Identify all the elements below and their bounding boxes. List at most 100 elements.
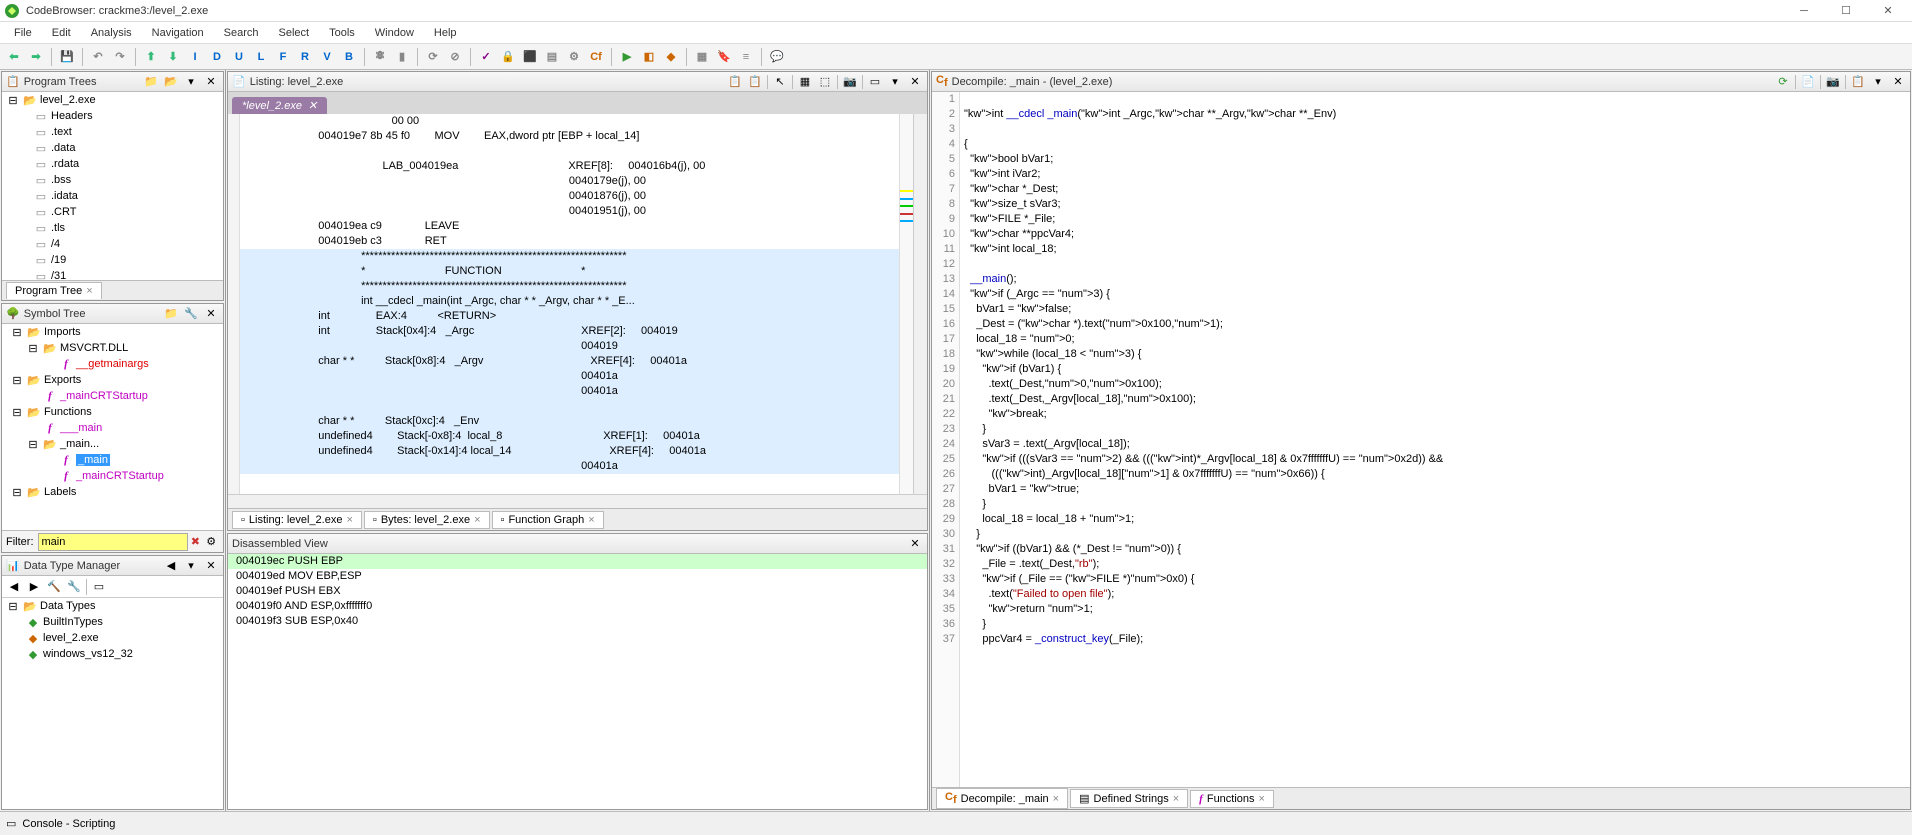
- dtm-tool4-icon[interactable]: 🔧: [66, 579, 82, 595]
- run-icon[interactable]: ▶: [617, 47, 637, 67]
- decompile-code-area[interactable]: "kw">int __cdecl _main("kw">int _Argc,"k…: [960, 92, 1910, 787]
- listing-overview-ruler[interactable]: [899, 114, 913, 494]
- clear-filter-icon[interactable]: ✖: [188, 534, 204, 550]
- listing-code-area[interactable]: 00 00 004019e7 8b 45 f0 MOV EAX,dword pt…: [240, 114, 899, 494]
- filter-options-icon[interactable]: ⚙: [203, 534, 219, 550]
- listing-cursor-icon[interactable]: ↖: [772, 74, 788, 90]
- gear-icon[interactable]: ⚙: [564, 47, 584, 67]
- decompile-line[interactable]: "kw">FILE *_File;: [964, 212, 1910, 227]
- decompile-snapshot-icon[interactable]: 📷: [1825, 74, 1841, 90]
- symbol-tree-item[interactable]: f_mainCRTStartup: [2, 468, 223, 484]
- close-tab-icon[interactable]: ×: [1259, 793, 1265, 805]
- decompile-line[interactable]: [964, 257, 1910, 272]
- close-panel-icon[interactable]: ✕: [1890, 74, 1906, 90]
- maximize-button[interactable]: ☐: [1826, 1, 1866, 21]
- tree-item[interactable]: ▭/19: [2, 252, 223, 268]
- listing-line[interactable]: 004019: [240, 339, 899, 354]
- listing-line[interactable]: 004019eb c3 RET: [240, 234, 899, 249]
- decompile-line[interactable]: bVar1 = "kw">false;: [964, 302, 1910, 317]
- decompile-line[interactable]: bVar1 = "kw">true;: [964, 482, 1910, 497]
- tree-item[interactable]: ▭.rdata: [2, 156, 223, 172]
- listing-line[interactable]: 00401951(j), 00: [240, 204, 899, 219]
- listing-line[interactable]: undefined4 Stack[-0x14]:4 local_14 XREF[…: [240, 444, 899, 459]
- expand-icon[interactable]: ⊟: [26, 437, 40, 451]
- disasm-line[interactable]: 004019f0 AND ESP,0xfffffff0: [228, 599, 927, 614]
- program-tree-tab[interactable]: Program Tree ×: [6, 282, 102, 299]
- decompile-line[interactable]: }: [964, 617, 1910, 632]
- dtm-menu-icon[interactable]: ▾: [183, 558, 199, 574]
- listing-line[interactable]: 00 00: [240, 114, 899, 129]
- menu-tools[interactable]: Tools: [319, 25, 365, 41]
- cf-icon[interactable]: Cf: [586, 47, 606, 67]
- listing-scrollbar-v[interactable]: [913, 114, 927, 494]
- decompile-line[interactable]: local_18 = "num">0;: [964, 332, 1910, 347]
- listing-line[interactable]: int Stack[0x4]:4 _Argc XREF[2]: 004019: [240, 324, 899, 339]
- decompile-line[interactable]: "kw">size_t sVar3;: [964, 197, 1910, 212]
- symbol-tree-item[interactable]: ⊟📂MSVCRT.DLL: [2, 340, 223, 356]
- symbol-tree-item[interactable]: f___main: [2, 420, 223, 436]
- graph-icon[interactable]: ⬛: [520, 47, 540, 67]
- symbol-tree-item[interactable]: f_mainCRTStartup: [2, 388, 223, 404]
- new-folder-icon[interactable]: 📁: [143, 74, 159, 90]
- decompile-line[interactable]: .text(_Dest,_Argv[local_18],"num">0x100)…: [964, 392, 1910, 407]
- close-tab-icon[interactable]: ×: [86, 285, 92, 297]
- close-panel-icon[interactable]: ✕: [203, 306, 219, 322]
- decompile-bottom-tab[interactable]: ▤Defined Strings×: [1070, 789, 1188, 808]
- listing-line[interactable]: * FUNCTION *: [240, 264, 899, 279]
- listing-copy-icon[interactable]: 📋: [727, 74, 743, 90]
- tree-item[interactable]: ▭/4: [2, 236, 223, 252]
- dtm-item[interactable]: ◆windows_vs12_32: [2, 646, 223, 662]
- expand-icon[interactable]: ⊟: [6, 93, 20, 107]
- letter-d-icon[interactable]: D: [207, 47, 227, 67]
- listing-line[interactable]: 00401876(j), 00: [240, 189, 899, 204]
- save-icon[interactable]: 💾: [57, 47, 77, 67]
- symbol-tree-btn1-icon[interactable]: 📁: [163, 306, 179, 322]
- chat-icon[interactable]: 💬: [767, 47, 787, 67]
- nav-up-icon[interactable]: ⬆: [141, 47, 161, 67]
- decompile-line[interactable]: "kw">bool bVar1;: [964, 152, 1910, 167]
- decompile-line[interactable]: "kw">break;: [964, 407, 1910, 422]
- decompile-line[interactable]: ((("kw">int)_Argv[local_18]["num">1] & 0…: [964, 467, 1910, 482]
- lock-icon[interactable]: 🔒: [498, 47, 518, 67]
- decompile-line[interactable]: "kw">return "num">1;: [964, 602, 1910, 617]
- decompile-line[interactable]: ppcVar4 = _construct_key(_File);: [964, 632, 1910, 647]
- decompile-line[interactable]: local_18 = local_18 + "num">1;: [964, 512, 1910, 527]
- decompile-line[interactable]: "kw">while (local_18 < "num">3) {: [964, 347, 1910, 362]
- decompile-line[interactable]: "kw">if (_Argc == "num">3) {: [964, 287, 1910, 302]
- reload-icon[interactable]: ⟳: [423, 47, 443, 67]
- decompile-line[interactable]: [964, 122, 1910, 137]
- listing-line[interactable]: 004019e7 8b 45 f0 MOV EAX,dword ptr [EBP…: [240, 129, 899, 144]
- tree-item[interactable]: ▭.text: [2, 124, 223, 140]
- letter-v-icon[interactable]: V: [317, 47, 337, 67]
- listing-line[interactable]: 0040179e(j), 00: [240, 174, 899, 189]
- menu-dropdown-icon[interactable]: ▾: [183, 74, 199, 90]
- listing-line[interactable]: int __cdecl _main(int _Argc, char * * _A…: [240, 294, 899, 309]
- listing-scrollbar-h[interactable]: [228, 494, 927, 508]
- decompile-line[interactable]: .text("Failed to open file");: [964, 587, 1910, 602]
- table-icon[interactable]: ▦: [692, 47, 712, 67]
- dtm-tool2-icon[interactable]: ▶: [26, 579, 42, 595]
- listing-file-tab[interactable]: *level_2.exe ✕: [232, 97, 327, 114]
- open-folder-icon[interactable]: 📂: [163, 74, 179, 90]
- decompile-line[interactable]: {: [964, 137, 1910, 152]
- dtm-item[interactable]: ◆level_2.exe: [2, 630, 223, 646]
- listing-line[interactable]: char * * Stack[0xc]:4 _Env: [240, 414, 899, 429]
- listing-line[interactable]: int EAX:4 <RETURN>: [240, 309, 899, 324]
- listing-line[interactable]: 004019ea c9 LEAVE: [240, 219, 899, 234]
- disasm-line[interactable]: 004019f3 SUB ESP,0x40: [228, 614, 927, 629]
- check-icon[interactable]: ✓: [476, 47, 496, 67]
- letter-b-icon[interactable]: B: [339, 47, 359, 67]
- decompile-line[interactable]: __main();: [964, 272, 1910, 287]
- menu-search[interactable]: Search: [214, 25, 269, 41]
- dtm-root-label[interactable]: Data Types: [40, 600, 95, 612]
- highlight-icon[interactable]: ▮: [392, 47, 412, 67]
- tree-item[interactable]: ▭.idata: [2, 188, 223, 204]
- listing-line[interactable]: ****************************************…: [240, 279, 899, 294]
- decompile-line[interactable]: [964, 92, 1910, 107]
- tree-item[interactable]: ▭.CRT: [2, 204, 223, 220]
- symbol-tree-item[interactable]: ⊟📂Imports: [2, 324, 223, 340]
- decompile-line[interactable]: "kw">if ((bVar1) && (*_Dest != "num">0))…: [964, 542, 1910, 557]
- expand-icon[interactable]: ⊟: [10, 485, 24, 499]
- listing-line[interactable]: LAB_004019ea XREF[8]: 004016b4(j), 00: [240, 159, 899, 174]
- decompile-line[interactable]: }: [964, 497, 1910, 512]
